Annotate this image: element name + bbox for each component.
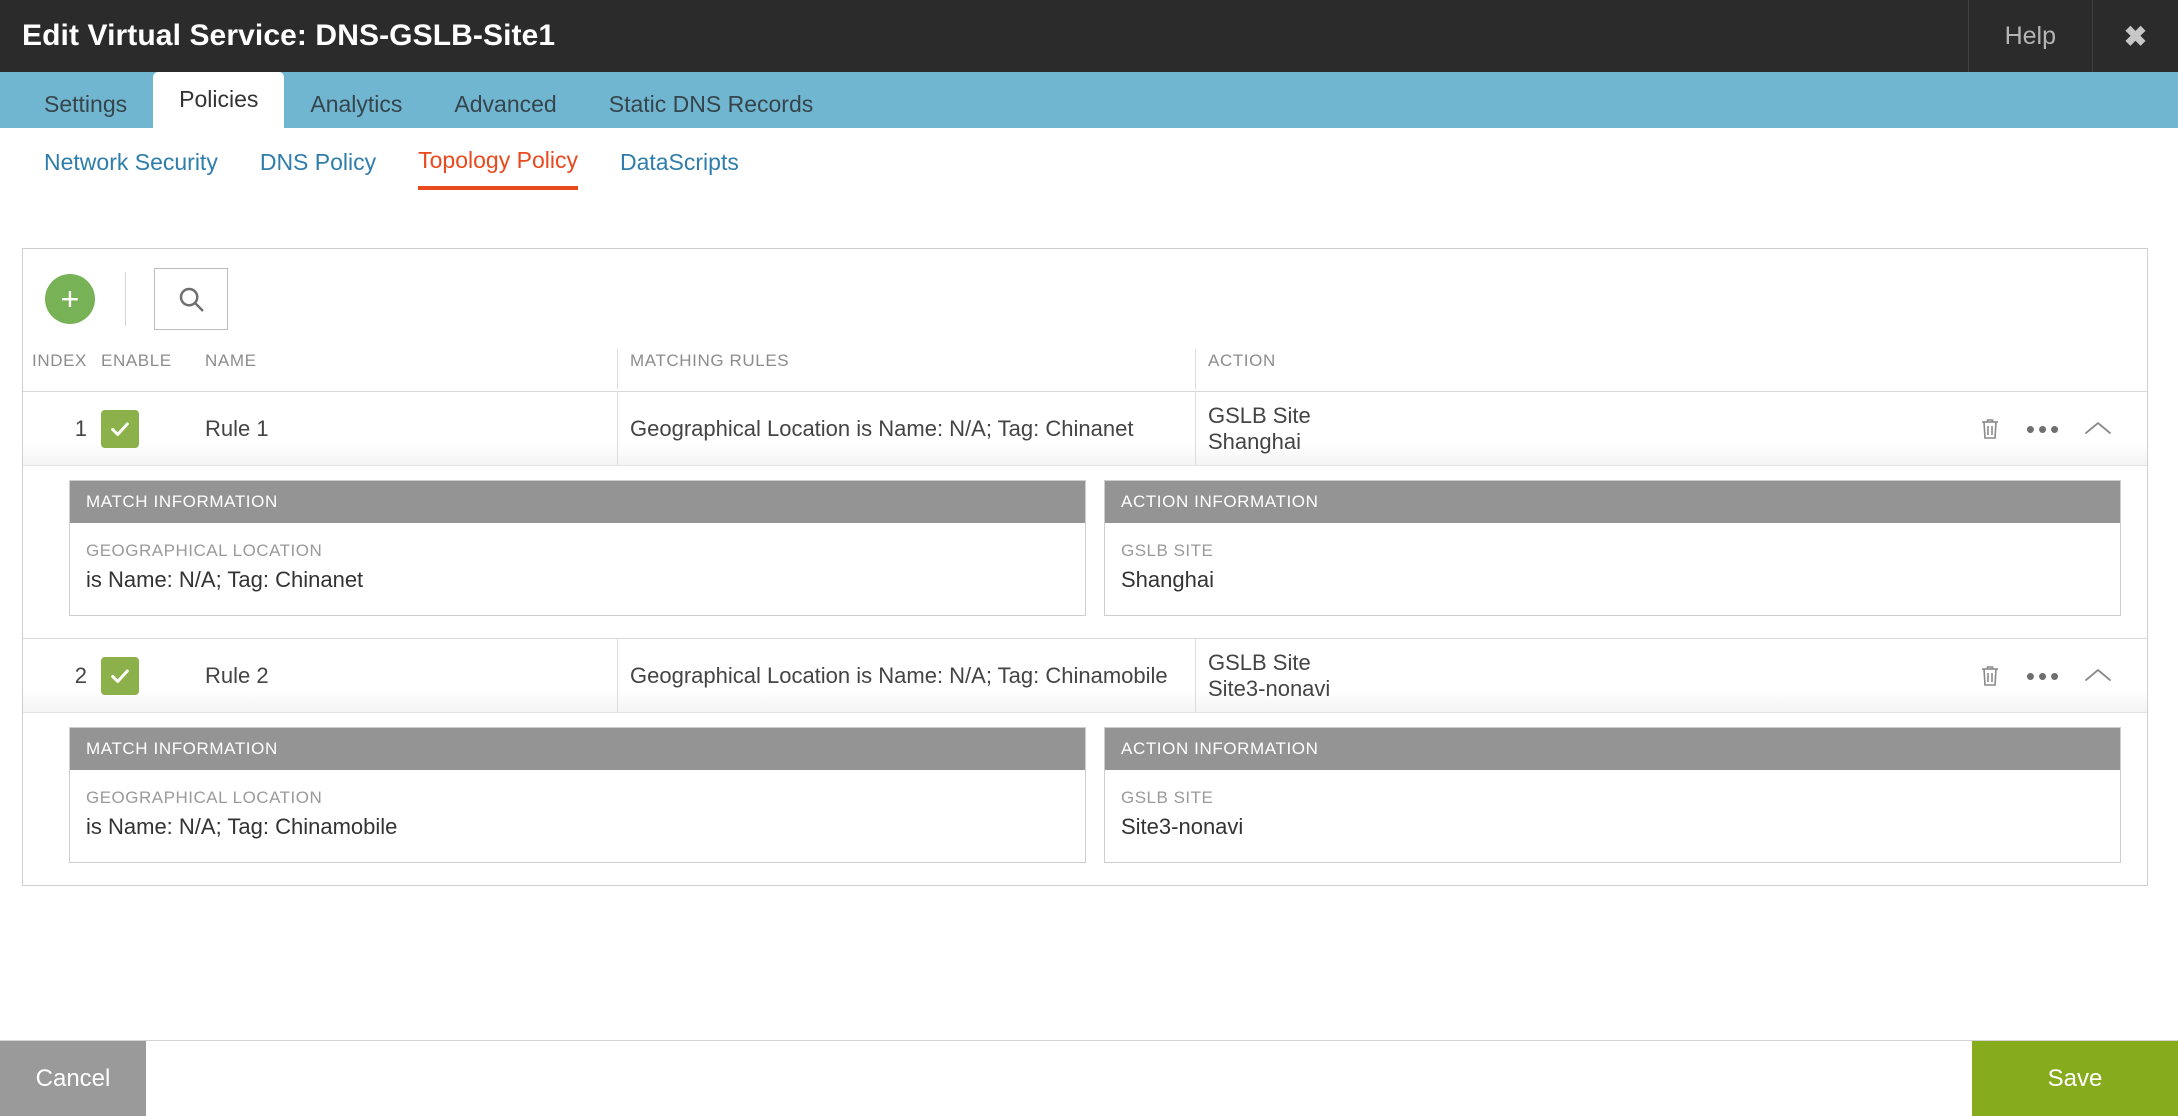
check-icon xyxy=(111,668,129,683)
collapse-row-button[interactable] xyxy=(2071,402,2125,456)
delete-row-button[interactable] xyxy=(1963,649,2017,703)
save-button[interactable]: Save xyxy=(1972,1041,2178,1116)
row-name: Rule 2 xyxy=(205,662,269,688)
action-information-body: GSLB SITE Site3-nonavi xyxy=(1105,770,2120,862)
gslb-site-value: Shanghai xyxy=(1121,567,1214,592)
match-information-body: GEOGRAPHICAL LOCATION is Name: N/A; Tag:… xyxy=(70,770,1085,862)
column-header-action: ACTION xyxy=(1195,349,2147,389)
more-options-button[interactable]: ••• xyxy=(2017,402,2071,456)
row-detail-panel: MATCH INFORMATION GEOGRAPHICAL LOCATION … xyxy=(23,712,2147,885)
enable-checkbox[interactable] xyxy=(101,656,139,695)
row-index: 1 xyxy=(74,415,87,441)
gslb-site-label: GSLB SITE xyxy=(1121,541,1214,560)
row-action-label: GSLB Site xyxy=(1208,402,1311,428)
chevron-up-icon xyxy=(2085,421,2111,434)
add-rule-button[interactable]: + xyxy=(45,274,95,324)
column-header-name: NAME xyxy=(205,351,257,370)
tab-policies[interactable]: Policies xyxy=(153,72,285,128)
row-operations: ••• xyxy=(1907,639,2147,712)
row-action-label: GSLB Site xyxy=(1208,649,1311,675)
action-information-header: ACTION INFORMATION xyxy=(1105,481,2120,523)
column-header-matching-rules: MATCHING RULES xyxy=(617,349,1195,389)
row-enable-cell xyxy=(87,639,183,712)
collapse-row-button[interactable] xyxy=(2071,649,2125,703)
row-matching-rules: Geographical Location is Name: N/A; Tag:… xyxy=(617,639,1195,712)
row-action-value: Shanghai xyxy=(1208,428,1301,454)
row-name: Rule 1 xyxy=(205,415,269,441)
action-information-header: ACTION INFORMATION xyxy=(1105,728,2120,770)
row-operations: ••• xyxy=(1907,392,2147,465)
topology-policy-card: + INDEX ENABLE NAME MATCHING RULES ACTIO… xyxy=(22,248,2148,886)
cancel-button[interactable]: Cancel xyxy=(0,1041,146,1116)
row-action: GSLB Site Site3-nonavi xyxy=(1195,639,1907,712)
check-icon xyxy=(111,421,129,436)
geographical-location-value: is Name: N/A; Tag: Chinanet xyxy=(86,567,364,592)
enable-checkbox[interactable] xyxy=(101,409,139,448)
more-options-button[interactable]: ••• xyxy=(2017,649,2071,703)
gslb-site-value: Site3-nonavi xyxy=(1121,814,1244,839)
row-matching-rules: Geographical Location is Name: N/A; Tag:… xyxy=(617,392,1195,465)
dialog-footer: Cancel Save xyxy=(0,1040,2178,1116)
row-action-value: Site3-nonavi xyxy=(1208,675,1331,701)
search-button[interactable] xyxy=(154,268,228,330)
tab-analytics[interactable]: Analytics xyxy=(284,80,428,128)
table-toolbar: + xyxy=(23,249,2147,349)
row-action: GSLB Site Shanghai xyxy=(1195,392,1907,465)
page-title: Edit Virtual Service: DNS-GSLB-Site1 xyxy=(22,19,556,52)
subtab-dns-policy[interactable]: DNS Policy xyxy=(260,149,376,188)
row-enable-cell xyxy=(87,392,183,465)
tab-advanced[interactable]: Advanced xyxy=(428,80,582,128)
table-row[interactable]: 1 Rule 1 Geographical Location is Name: … xyxy=(23,391,2147,465)
table-row[interactable]: 2 Rule 2 Geographical Location is Name: … xyxy=(23,638,2147,712)
plus-icon: + xyxy=(60,281,80,317)
row-index: 2 xyxy=(74,662,87,688)
match-information-panel: MATCH INFORMATION GEOGRAPHICAL LOCATION … xyxy=(69,480,1086,616)
geographical-location-label: GEOGRAPHICAL LOCATION xyxy=(86,788,323,807)
action-information-panel: ACTION INFORMATION GSLB SITE Site3-nonav… xyxy=(1104,727,2121,863)
row-detail-panel: MATCH INFORMATION GEOGRAPHICAL LOCATION … xyxy=(23,465,2147,638)
table-header-row: INDEX ENABLE NAME MATCHING RULES ACTION xyxy=(23,349,2147,391)
action-information-body: GSLB SITE Shanghai xyxy=(1105,523,2120,615)
gslb-site-label: GSLB SITE xyxy=(1121,788,1214,807)
ellipsis-icon: ••• xyxy=(2025,413,2063,444)
secondary-tab-strip: Network Security DNS Policy Topology Pol… xyxy=(0,128,2178,208)
tab-settings[interactable]: Settings xyxy=(18,80,153,128)
chevron-up-icon xyxy=(2085,668,2111,681)
delete-row-button[interactable] xyxy=(1963,402,2017,456)
match-information-body: GEOGRAPHICAL LOCATION is Name: N/A; Tag:… xyxy=(70,523,1085,615)
subtab-topology-policy[interactable]: Topology Policy xyxy=(418,147,578,190)
ellipsis-icon: ••• xyxy=(2025,660,2063,691)
trash-icon xyxy=(1982,418,1998,439)
primary-tab-strip: Settings Policies Analytics Advanced Sta… xyxy=(0,72,2178,128)
column-header-index: INDEX xyxy=(32,351,87,370)
match-information-header: MATCH INFORMATION xyxy=(70,481,1085,523)
trash-icon xyxy=(1982,665,1998,686)
match-information-header: MATCH INFORMATION xyxy=(70,728,1085,770)
window-title-bar: Edit Virtual Service: DNS-GSLB-Site1 Hel… xyxy=(0,0,2178,72)
subtab-datascripts[interactable]: DataScripts xyxy=(620,149,739,188)
action-information-panel: ACTION INFORMATION GSLB SITE Shanghai xyxy=(1104,480,2121,616)
search-icon xyxy=(179,287,204,312)
help-button[interactable]: Help xyxy=(1967,0,2092,72)
close-icon[interactable]: ✖ xyxy=(2092,0,2178,72)
tab-static-dns-records[interactable]: Static DNS Records xyxy=(583,80,840,128)
subtab-network-security[interactable]: Network Security xyxy=(44,149,218,188)
geographical-location-label: GEOGRAPHICAL LOCATION xyxy=(86,541,323,560)
match-information-panel: MATCH INFORMATION GEOGRAPHICAL LOCATION … xyxy=(69,727,1086,863)
toolbar-divider xyxy=(125,272,126,326)
column-header-enable: ENABLE xyxy=(101,351,172,370)
geographical-location-value: is Name: N/A; Tag: Chinamobile xyxy=(86,814,398,839)
